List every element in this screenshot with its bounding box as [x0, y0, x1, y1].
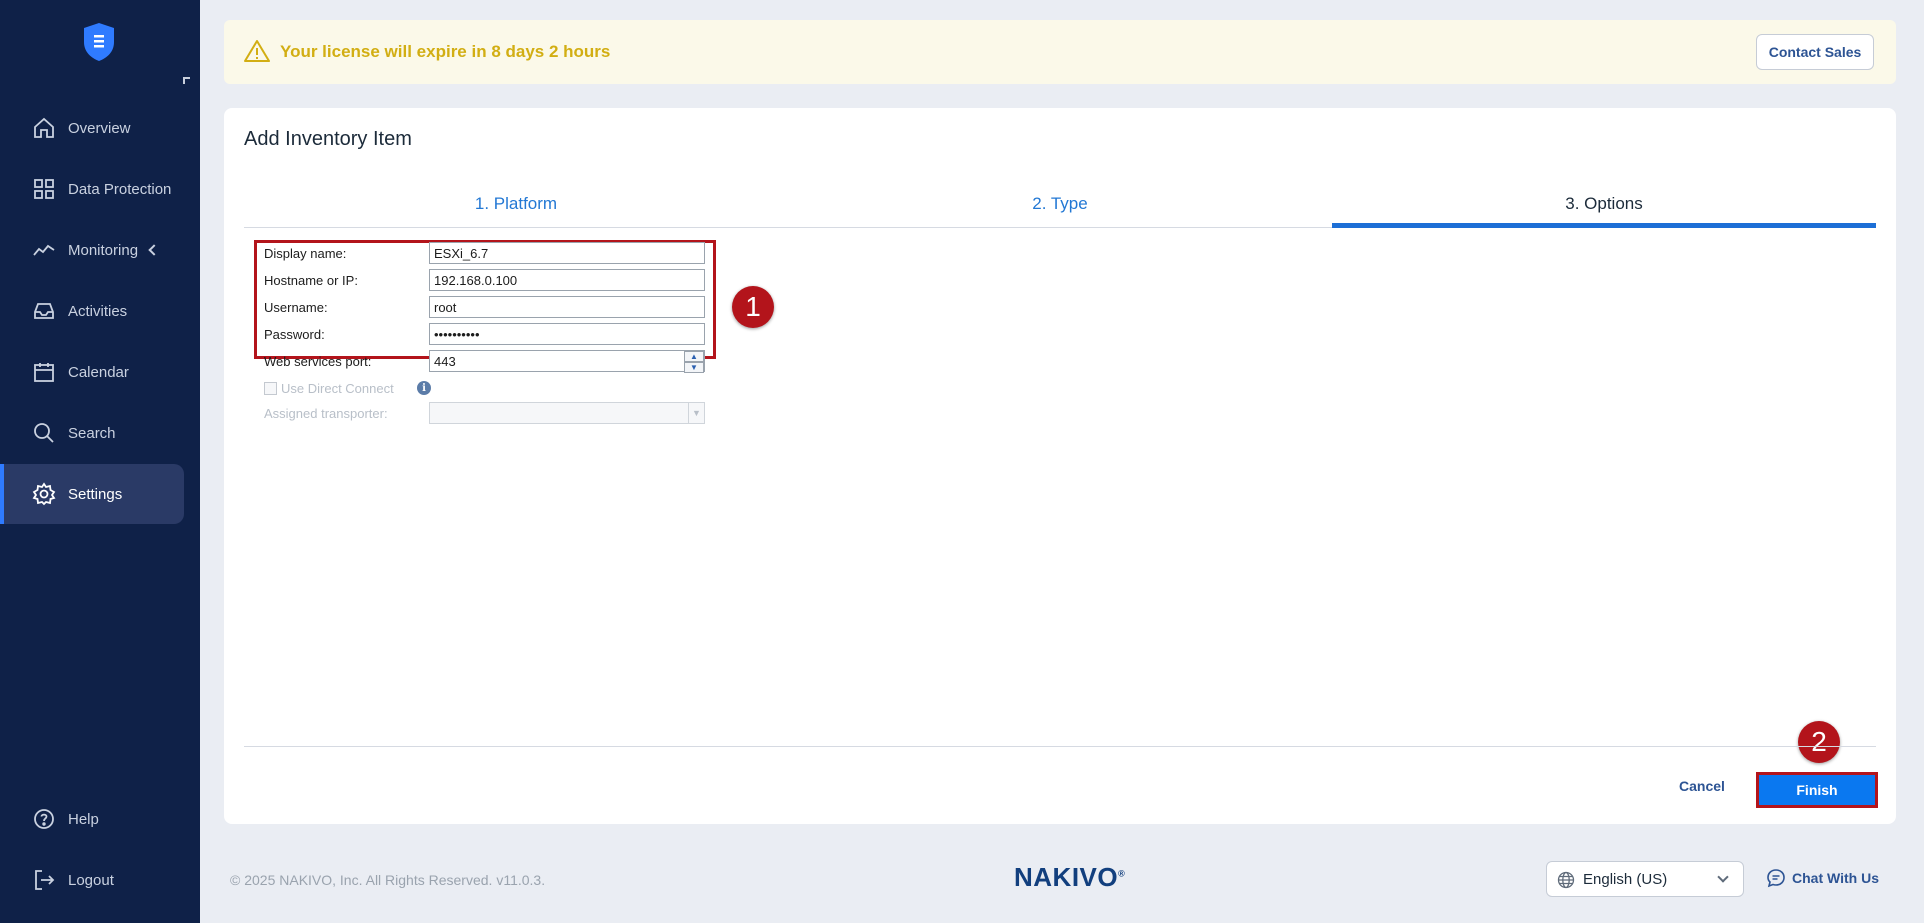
sidebar-item-settings[interactable]: Settings [0, 464, 184, 524]
stepper-down-icon[interactable]: ▼ [684, 362, 704, 373]
username-label: Username: [264, 299, 328, 315]
brand-name: NAKIVO [1014, 862, 1119, 892]
wizard-tabs: 1. Platform 2. Type 3. Options [244, 180, 1876, 228]
gear-icon [32, 482, 56, 506]
license-banner: Your license will expire in 8 days 2 hou… [224, 20, 1896, 84]
brand-mark: ® [1118, 868, 1126, 879]
tab-platform[interactable]: 1. Platform [244, 180, 788, 228]
sidebar-item-label: Overview [68, 119, 131, 137]
nakivo-logo: NAKIVO® [1014, 862, 1125, 893]
password-input[interactable] [429, 323, 705, 345]
port-label: Web services port: [264, 353, 372, 369]
shield-logo-icon[interactable] [82, 22, 116, 62]
transporter-label: Assigned transporter: [264, 405, 388, 421]
sidebar-item-label: Help [68, 810, 99, 828]
sidebar-item-label: Calendar [68, 363, 129, 381]
search-icon [32, 421, 56, 445]
sidebar-item-monitoring[interactable]: Monitoring [0, 220, 184, 280]
direct-connect-checkbox[interactable] [264, 381, 277, 395]
language-select[interactable]: English (US) [1546, 861, 1744, 897]
sidebar-item-overview[interactable]: Overview [0, 98, 184, 158]
help-icon [32, 807, 56, 831]
sidebar-item-label: Monitoring [68, 241, 139, 259]
activity-icon [32, 238, 56, 262]
sidebar-item-logout[interactable]: Logout [0, 850, 184, 910]
warning-icon [244, 40, 270, 62]
chat-icon [1767, 869, 1785, 888]
calendar-icon [32, 360, 56, 384]
info-icon[interactable]: i [417, 381, 431, 395]
chat-label: Chat With Us [1792, 870, 1879, 886]
port-input[interactable] [429, 350, 705, 372]
sidebar: Overview Data Protection Monitoring Acti… [0, 0, 200, 923]
add-inventory-panel: Add Inventory Item 1. Platform 2. Type 3… [224, 108, 1896, 824]
page-title: Add Inventory Item [244, 128, 412, 150]
stepper-up-icon[interactable]: ▲ [684, 351, 704, 362]
hostname-label: Hostname or IP: [264, 272, 358, 288]
annotation-badge-1: 1 [732, 286, 774, 328]
sidebar-item-label: Logout [68, 871, 114, 889]
collapse-sidebar-icon[interactable] [183, 77, 190, 84]
chevron-left-icon [148, 244, 160, 256]
logout-icon [32, 868, 56, 892]
sidebar-item-search[interactable]: Search [0, 403, 184, 463]
chat-with-us-button[interactable]: Chat With Us [1766, 868, 1879, 888]
sidebar-item-data-protection[interactable]: Data Protection [0, 159, 184, 219]
language-label: English (US) [1583, 870, 1668, 888]
license-warning-text: Your license will expire in 8 days 2 hou… [280, 42, 611, 61]
transporter-select[interactable]: ▼ [429, 402, 705, 424]
sidebar-item-help[interactable]: Help [0, 789, 184, 849]
chevron-down-icon: ▼ [688, 403, 704, 423]
inbox-icon [32, 299, 56, 323]
password-label: Password: [264, 326, 325, 342]
display-name-input[interactable] [429, 242, 705, 264]
globe-icon [1557, 871, 1575, 889]
sidebar-item-label: Activities [68, 302, 128, 320]
display-name-label: Display name: [264, 245, 347, 261]
cancel-button[interactable]: Cancel [1672, 772, 1732, 800]
hostname-input[interactable] [429, 269, 705, 291]
sidebar-item-activities[interactable]: Activities [0, 281, 184, 341]
grid-icon [32, 177, 56, 201]
contact-sales-button[interactable]: Contact Sales [1756, 34, 1874, 70]
tab-options[interactable]: 3. Options [1332, 180, 1876, 228]
username-input[interactable] [429, 296, 705, 318]
sidebar-item-calendar[interactable]: Calendar [0, 342, 184, 402]
chevron-down-icon [1717, 871, 1729, 883]
tab-type[interactable]: 2. Type [788, 180, 1332, 228]
port-stepper[interactable]: ▲ ▼ [684, 351, 704, 373]
finish-button[interactable]: Finish [1756, 772, 1878, 808]
annotation-badge-2: 2 [1798, 721, 1840, 763]
copyright-text: © 2025 NAKIVO, Inc. All Rights Reserved.… [230, 872, 546, 888]
home-icon [32, 116, 56, 140]
sidebar-item-label: Search [68, 424, 116, 442]
sidebar-item-label: Settings [68, 485, 123, 503]
sidebar-item-label: Data Protection [68, 180, 172, 198]
divider [244, 746, 1876, 747]
